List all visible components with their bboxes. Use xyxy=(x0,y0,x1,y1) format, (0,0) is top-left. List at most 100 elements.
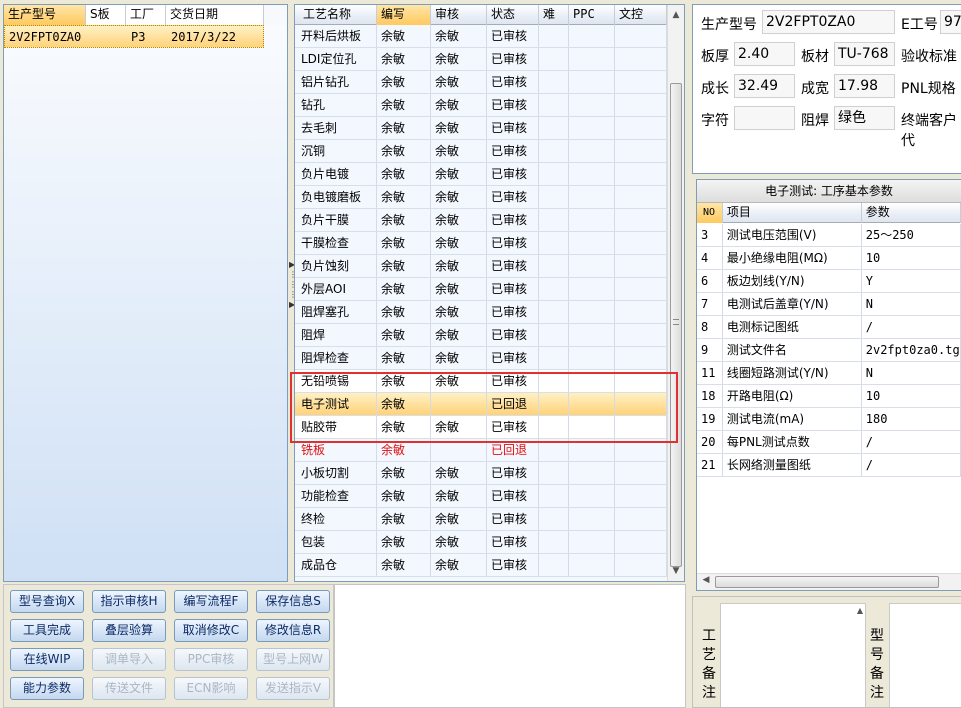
col-reviewer[interactable]: 审核 xyxy=(431,5,487,25)
process-row[interactable]: 终检 余敏 余敏 已审核 xyxy=(295,508,667,531)
param-row[interactable]: 3 测试电压范围(V) 25～250 xyxy=(697,224,961,247)
action-button[interactable]: 指示审核H xyxy=(92,590,166,613)
cell-doc-control xyxy=(615,94,667,116)
col-s-board[interactable]: S板 xyxy=(86,5,126,25)
action-button[interactable]: 保存信息S xyxy=(256,590,330,613)
notes-scroll-up-icon[interactable]: ▲ xyxy=(857,606,863,615)
param-row[interactable]: 6 板边划线(Y/N) Y xyxy=(697,270,961,293)
width-field[interactable]: 17.98 xyxy=(834,74,895,98)
param-row[interactable]: 18 开路电阻(Ω) 10 xyxy=(697,385,961,408)
cell-status: 已审核 xyxy=(487,554,539,576)
eno-field[interactable]: 97 xyxy=(940,10,961,34)
thickness-field[interactable]: 2.40 xyxy=(734,42,795,66)
action-button[interactable]: 调单导入 xyxy=(92,648,166,671)
process-row[interactable]: LDI定位孔 余敏 余敏 已审核 xyxy=(295,48,667,71)
material-field[interactable]: TU-768 xyxy=(834,42,895,66)
solder-mask-field[interactable]: 绿色 xyxy=(834,106,895,130)
action-button[interactable]: 传送文件 xyxy=(92,677,166,700)
character-field[interactable] xyxy=(734,106,795,130)
cell-ppc xyxy=(569,140,615,162)
process-row[interactable]: 负片电镀 余敏 余敏 已审核 xyxy=(295,163,667,186)
process-notes-field[interactable]: ▲ xyxy=(720,603,866,707)
col-param[interactable]: 参数 xyxy=(862,203,961,223)
action-button[interactable]: PPC审核 xyxy=(174,648,248,671)
cell-process-name: 功能检查 xyxy=(295,485,377,507)
process-row[interactable]: 去毛刺 余敏 余敏 已审核 xyxy=(295,117,667,140)
action-button[interactable]: 发送指示V xyxy=(256,677,330,700)
col-delivery-date[interactable]: 交货日期 xyxy=(166,5,264,25)
model-field[interactable]: 2V2FPT0ZA0 xyxy=(762,10,895,34)
action-button[interactable]: 取消修改C xyxy=(174,619,248,642)
col-doc-control[interactable]: 文控 xyxy=(615,5,667,25)
cell-status: 已审核 xyxy=(487,71,539,93)
col-item[interactable]: 项目 xyxy=(723,203,862,223)
param-row[interactable]: 9 测试文件名 2v2fpt0za0.tgz xyxy=(697,339,961,362)
action-button[interactable]: 型号查询X xyxy=(10,590,84,613)
params-hscrollbar[interactable]: ◀ xyxy=(697,573,961,590)
cell-difficulty xyxy=(539,71,569,93)
action-button[interactable]: 能力参数 xyxy=(10,677,84,700)
cell-doc-control xyxy=(615,163,667,185)
accept-standard-label: 验收标准 xyxy=(901,49,957,65)
scroll-down-icon[interactable]: ▼ xyxy=(668,563,684,579)
col-ppc[interactable]: PPC xyxy=(569,5,615,25)
process-grid-scrollbar[interactable]: ▲ ▼ xyxy=(667,5,684,581)
param-row[interactable]: 19 测试电流(mA) 180 xyxy=(697,408,961,431)
process-row[interactable]: 成品仓 余敏 余敏 已审核 xyxy=(295,554,667,577)
action-button[interactable]: 在线WIP xyxy=(10,648,84,671)
cell-reviewer: 余敏 xyxy=(431,232,487,254)
process-row[interactable]: 开料后烘板 余敏 余敏 已审核 xyxy=(295,25,667,48)
process-row[interactable]: 负电镀磨板 余敏 余敏 已审核 xyxy=(295,186,667,209)
process-row[interactable]: 负片干膜 余敏 余敏 已审核 xyxy=(295,209,667,232)
process-row[interactable]: 钻孔 余敏 余敏 已审核 xyxy=(295,94,667,117)
col-process-name[interactable]: 工艺名称 xyxy=(295,5,377,25)
param-row[interactable]: 4 最小绝缘电阻(MΩ) 10 xyxy=(697,247,961,270)
cell-process-name: 铝片钻孔 xyxy=(295,71,377,93)
scroll-up-icon[interactable]: ▲ xyxy=(668,7,684,23)
process-row[interactable]: 小板切割 余敏 余敏 已审核 xyxy=(295,462,667,485)
action-button[interactable]: 叠层验算 xyxy=(92,619,166,642)
param-row[interactable]: 7 电测试后盖章(Y/N) N xyxy=(697,293,961,316)
cell-author: 余敏 xyxy=(377,71,431,93)
param-row[interactable]: 11 线圈短路测试(Y/N) N xyxy=(697,362,961,385)
cell-status: 已审核 xyxy=(487,94,539,116)
hscroll-thumb[interactable] xyxy=(715,576,939,588)
process-row[interactable]: 阻焊检查 余敏 余敏 已审核 xyxy=(295,347,667,370)
action-button[interactable]: 编写流程F xyxy=(174,590,248,613)
action-button[interactable]: ECN影响 xyxy=(174,677,248,700)
process-row[interactable]: 干膜检查 余敏 余敏 已审核 xyxy=(295,232,667,255)
param-row[interactable]: 8 电测标记图纸 / xyxy=(697,316,961,339)
col-author[interactable]: 编写 xyxy=(377,5,431,25)
cell-process-name: 负片干膜 xyxy=(295,209,377,231)
scroll-thumb[interactable] xyxy=(670,83,682,567)
table-row[interactable]: 2V2FPT0ZA0 P3 2017/3/22 xyxy=(4,25,264,48)
col-no[interactable]: NO xyxy=(697,203,723,223)
model-notes-field[interactable] xyxy=(889,603,961,707)
col-status[interactable]: 状态 xyxy=(487,5,539,25)
action-button[interactable]: 型号上网W xyxy=(256,648,330,671)
scroll-left-icon[interactable]: ◀ xyxy=(699,575,713,585)
process-row[interactable]: 包装 余敏 余敏 已审核 xyxy=(295,531,667,554)
cell-author: 余敏 xyxy=(377,324,431,346)
material-label: 板材 xyxy=(801,49,829,65)
col-difficulty[interactable]: 难 xyxy=(539,5,569,25)
process-row[interactable]: 阻焊塞孔 余敏 余敏 已审核 xyxy=(295,301,667,324)
col-model[interactable]: 生产型号 xyxy=(4,5,86,25)
param-row[interactable]: 20 每PNL测试点数 / xyxy=(697,431,961,454)
process-row[interactable]: 铝片钻孔 余敏 余敏 已审核 xyxy=(295,71,667,94)
cell-doc-control xyxy=(615,324,667,346)
col-factory[interactable]: 工厂 xyxy=(126,5,166,25)
length-field[interactable]: 32.49 xyxy=(734,74,795,98)
action-button[interactable]: 工具完成 xyxy=(10,619,84,642)
process-row[interactable]: 阻焊 余敏 余敏 已审核 xyxy=(295,324,667,347)
process-row[interactable]: 功能检查 余敏 余敏 已审核 xyxy=(295,485,667,508)
action-button[interactable]: 修改信息R xyxy=(256,619,330,642)
param-row[interactable]: 21 长网络测量图纸 / xyxy=(697,454,961,477)
cell-param: N xyxy=(862,293,961,315)
cell-reviewer: 余敏 xyxy=(431,209,487,231)
process-row[interactable]: 外层AOI 余敏 余敏 已审核 xyxy=(295,278,667,301)
thickness-label: 板厚 xyxy=(701,49,729,65)
process-row[interactable]: 沉铜 余敏 余敏 已审核 xyxy=(295,140,667,163)
cell-author: 余敏 xyxy=(377,554,431,576)
process-row[interactable]: 负片蚀刻 余敏 余敏 已审核 xyxy=(295,255,667,278)
